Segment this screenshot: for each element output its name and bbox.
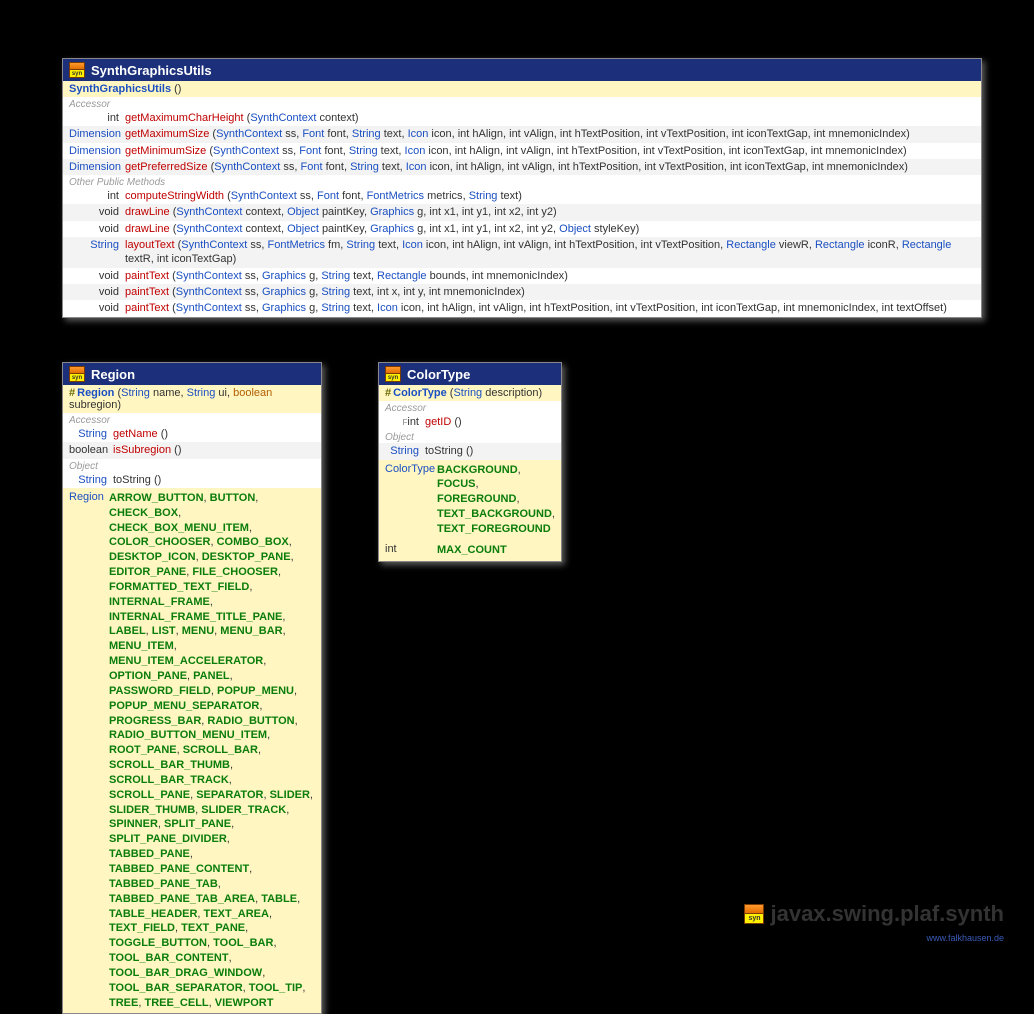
section-label: Object [63,459,321,472]
method-row: voidpaintText (SynthContext ss, Graphics… [63,268,981,284]
method-row: StringlayoutText (SynthContext ss, FontM… [63,237,981,268]
section-label: Accessor [63,413,321,426]
package-label: syn javax.swing.plaf.synth [744,901,1004,927]
class-region: syn Region #Region (String name, String … [62,362,322,1014]
class-header: syn Region [63,363,321,385]
method-row: DimensiongetMinimumSize (SynthContext ss… [63,143,981,159]
section-label: Other Public Methods [63,175,981,188]
class-title: ColorType [407,367,470,382]
method-row: intgetMaximumCharHeight (SynthContext co… [63,110,981,126]
credit-link[interactable]: www.falkhausen.de [926,933,1004,943]
constants-block: ColorTypeBACKGROUND, FOCUS, FOREGROUND, … [379,460,561,561]
constants-list: ARROW_BUTTON, BUTTON, CHECK_BOX, CHECK_B… [109,491,315,1011]
method-row: DimensiongetMaximumSize (SynthContext ss… [63,126,981,142]
section-label: Object [379,430,561,443]
constructor-row: #Region (String name, String ui, boolean… [63,385,321,413]
constants-block: ColorTypeBACKGROUND, FOCUS, FOREGROUND, … [379,460,561,540]
constants-block: intMAX_COUNT [379,540,561,561]
constants-block: Region ARROW_BUTTON, BUTTON, CHECK_BOX, … [63,488,321,1014]
section-label: Accessor [63,97,981,110]
methods-container-region: AccessorStringgetName ()booleanisSubregi… [63,413,321,488]
method-row: DimensiongetPreferredSize (SynthContext … [63,159,981,175]
class-colortype: syn ColorType #ColorType (String descrip… [378,362,562,562]
class-header: syn ColorType [379,363,561,385]
method-row: FintgetID () [379,414,561,430]
method-row: voidpaintText (SynthContext ss, Graphics… [63,284,981,300]
class-header: syn SynthGraphicsUtils [63,59,981,81]
constructor-row: #ColorType (String description) [379,385,561,401]
constructor-row: SynthGraphicsUtils () [63,81,981,97]
package-icon: syn [744,904,764,924]
class-icon: syn [385,366,401,382]
method-row: StringtoString () [379,443,561,459]
class-icon: syn [69,62,85,78]
class-title: SynthGraphicsUtils [91,63,212,78]
methods-container-sgu: AccessorintgetMaximumCharHeight (SynthCo… [63,97,981,317]
class-synthgraphicsutils: syn SynthGraphicsUtils SynthGraphicsUtil… [62,58,982,318]
class-icon: syn [69,366,85,382]
class-title: Region [91,367,135,382]
method-row: StringtoString () [63,472,321,488]
method-row: voidpaintText (SynthContext ss, Graphics… [63,300,981,316]
section-label: Accessor [379,401,561,414]
method-row: voiddrawLine (SynthContext context, Obje… [63,204,981,220]
method-row: StringgetName () [63,426,321,442]
method-row: voiddrawLine (SynthContext context, Obje… [63,221,981,237]
methods-container-colortype: AccessorFintgetID ()ObjectStringtoString… [379,401,561,460]
method-row: booleanisSubregion () [63,442,321,458]
method-row: intcomputeStringWidth (SynthContext ss, … [63,188,981,204]
